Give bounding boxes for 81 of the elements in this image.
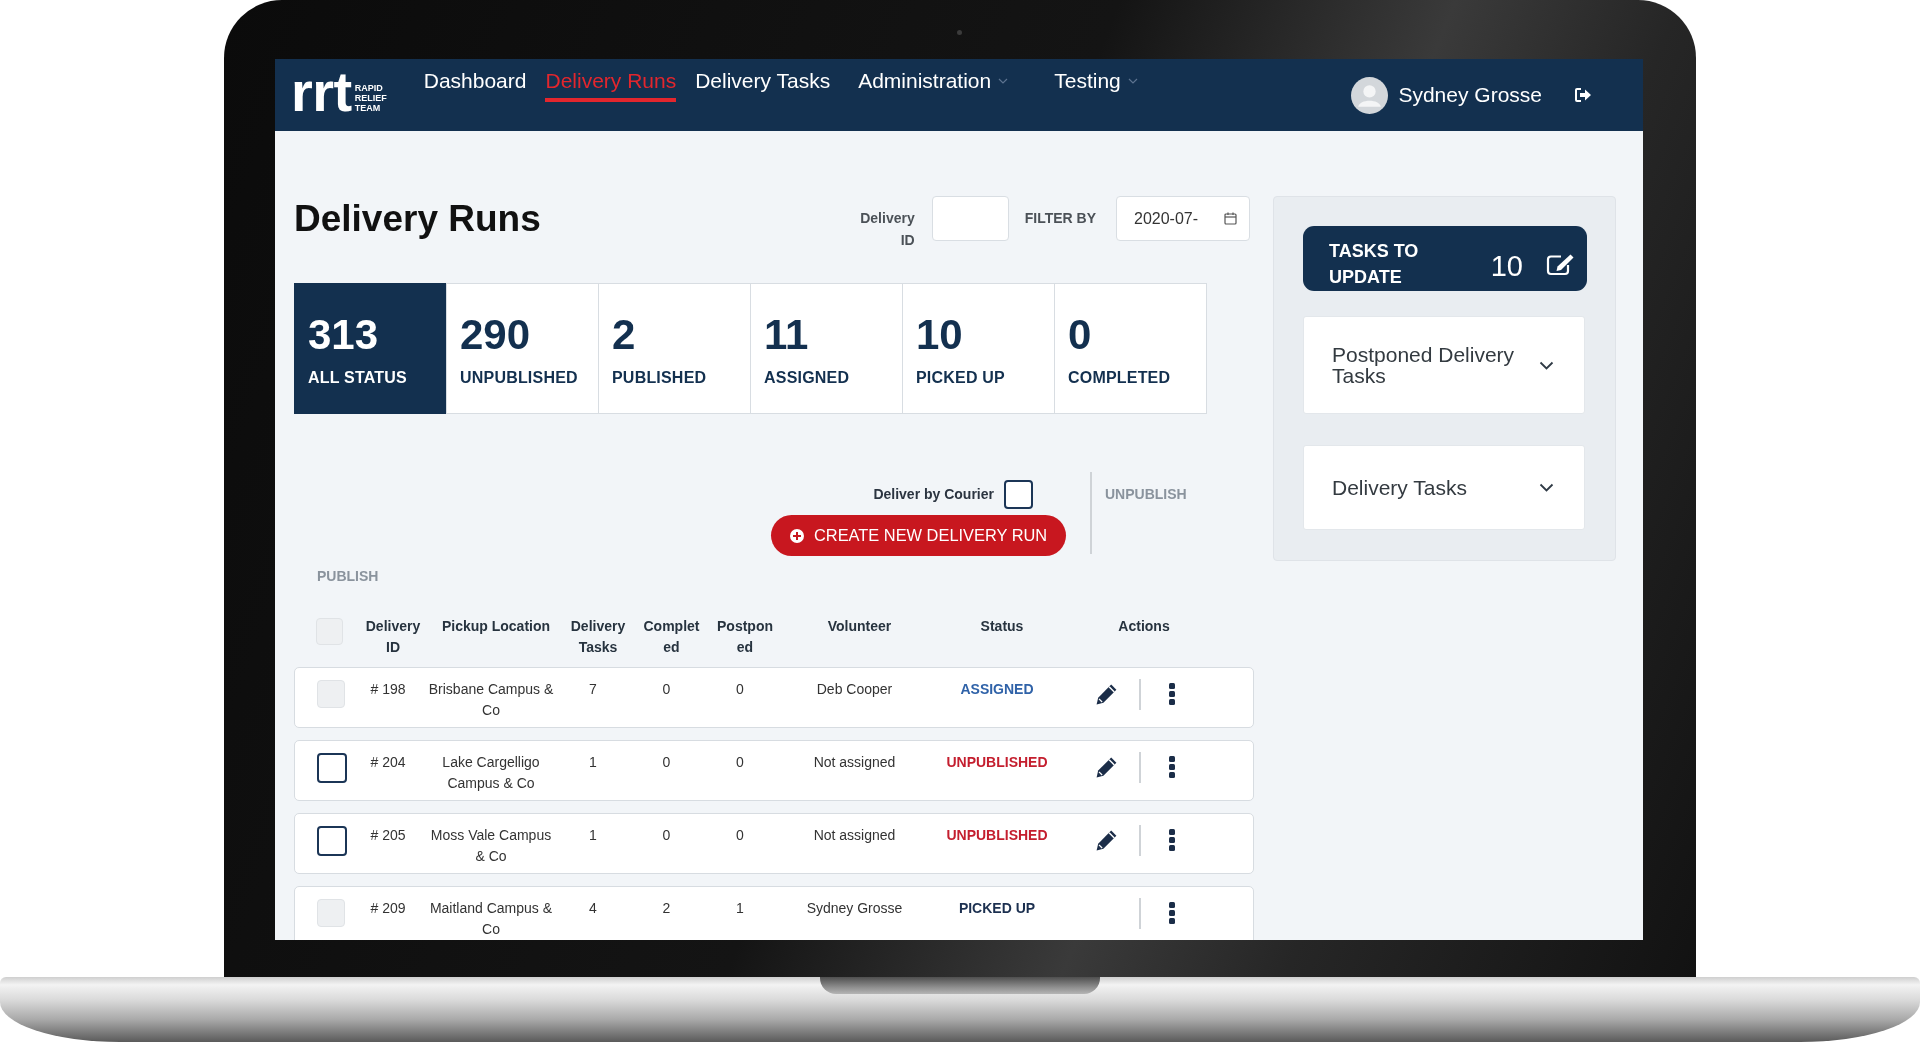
accordion-header[interactable]: Delivery Tasks [1303,445,1585,530]
kebab-menu-icon[interactable] [1169,829,1175,851]
table-cell-text: Not assigned [813,826,896,845]
caret-icon[interactable] [998,78,1009,84]
table-cell-text: Sydney Grosse [806,899,903,918]
table-cell-text: 0 [662,680,671,699]
status-label: UNPUBLISHED [946,826,1048,845]
nav-link[interactable]: Dashboard [423,69,527,102]
table-cell-text: Not assigned [813,753,896,772]
calendar-icon[interactable] [1224,212,1237,225]
status-label: PICKED UP [958,899,1036,918]
pencil-icon[interactable] [1094,828,1119,853]
table-cell-text: 0 [662,826,671,845]
plus-circle-icon [789,527,805,544]
status-tab[interactable]: 11 ASSIGNED [750,283,903,414]
status-tab[interactable]: 290 UNPUBLISHED [446,283,599,414]
camera-dot-icon [956,30,962,35]
edit-icon[interactable] [1546,253,1575,276]
table-cell-text: # 209 [370,899,406,918]
status-tab[interactable]: 2 PUBLISHED [598,283,751,414]
chevron-icon [1539,360,1554,370]
table-cell-text: 4 [589,899,597,918]
column-header: Postponed [716,617,774,657]
column-header: Completed [642,617,701,657]
nav-link[interactable]: Administration [849,69,1027,102]
accordion-header[interactable]: Postponed Delivery Tasks [1303,316,1585,414]
table-cell-text: 0 [736,753,744,772]
table-cell-text: 1 [589,826,597,845]
pencil-icon[interactable] [1094,682,1119,707]
delivery-id-field[interactable] [931,196,1009,241]
status-tab[interactable]: 313 ALL STATUS [294,283,447,414]
column-header: Actions [1118,617,1170,636]
column-header: Pickup Location [441,617,551,636]
nav-link[interactable]: Delivery Tasks [695,69,831,102]
table-cell-text: 1 [736,899,744,918]
chevron-icon [1539,483,1554,492]
courier-label: Deliver by Courier [873,486,994,502]
page-title: Delivery Runs [294,197,541,241]
column-header: Status [980,617,1024,636]
table-cell-text: 2 [662,899,671,918]
date-field[interactable]: 2020-07- [1116,196,1250,241]
status-tab[interactable]: 0 COMPLETED [1054,283,1207,414]
table-cell-text: Brisbane Campus & Co [427,680,555,720]
pencil-icon[interactable] [1094,755,1119,780]
courier-checkbox[interactable] [1004,479,1033,509]
table-cell-text: # 205 [370,826,406,845]
logout-icon[interactable] [1574,87,1592,103]
table-cell-text: Moss Vale Campus & Co [429,826,553,866]
logo-wordmark: rrt [291,64,352,120]
field-label: Delivery ID [859,209,915,250]
kebab-menu-icon[interactable] [1169,683,1175,705]
logo-tagline: RAPID RELIEF TEAM [354,83,387,113]
table-cell-text: Deb Cooper [816,680,893,699]
table-cell-text: 7 [589,680,597,699]
tasks-to-update-banner[interactable]: TASKS TO UPDATE 10 [1303,226,1587,291]
table-cell-text: 1 [589,753,597,772]
table-cell-text: 0 [662,753,671,772]
row-checkbox[interactable] [317,826,347,856]
task-count: 10 [1490,250,1523,282]
create-delivery-run-button[interactable]: CREATE NEW DELIVERY RUN [771,515,1066,556]
status-label: ASSIGNED [960,680,1034,699]
column-header: Delivery Tasks [569,617,627,657]
table-cell-text: # 198 [370,680,406,699]
banner-label: TASKS TO UPDATE [1329,240,1420,289]
user-name[interactable]: Sydney Grosse [1398,83,1542,107]
avatar-icon[interactable] [1351,76,1389,114]
caret-icon[interactable] [1127,78,1138,84]
row-checkbox[interactable] [317,753,347,783]
kebab-menu-icon[interactable] [1169,756,1175,778]
status-label: UNPUBLISHED [946,753,1048,772]
table-cell-text: # 204 [370,753,406,772]
table-cell-text: Maitland Campus & Co [428,899,554,939]
column-header: Volunteer [827,617,892,636]
table-cell-text: 0 [736,826,744,845]
nav-link[interactable]: Testing [1045,69,1156,102]
column-header: Delivery ID [364,617,422,657]
kebab-menu-icon[interactable] [1169,902,1175,924]
table-cell-text: 0 [736,680,744,699]
table-cell-text: Lake Cargelligo Campus & Co [441,753,541,793]
status-tab[interactable]: 10 PICKED UP [902,283,1055,414]
field-label: FILTER BY [1024,209,1096,228]
